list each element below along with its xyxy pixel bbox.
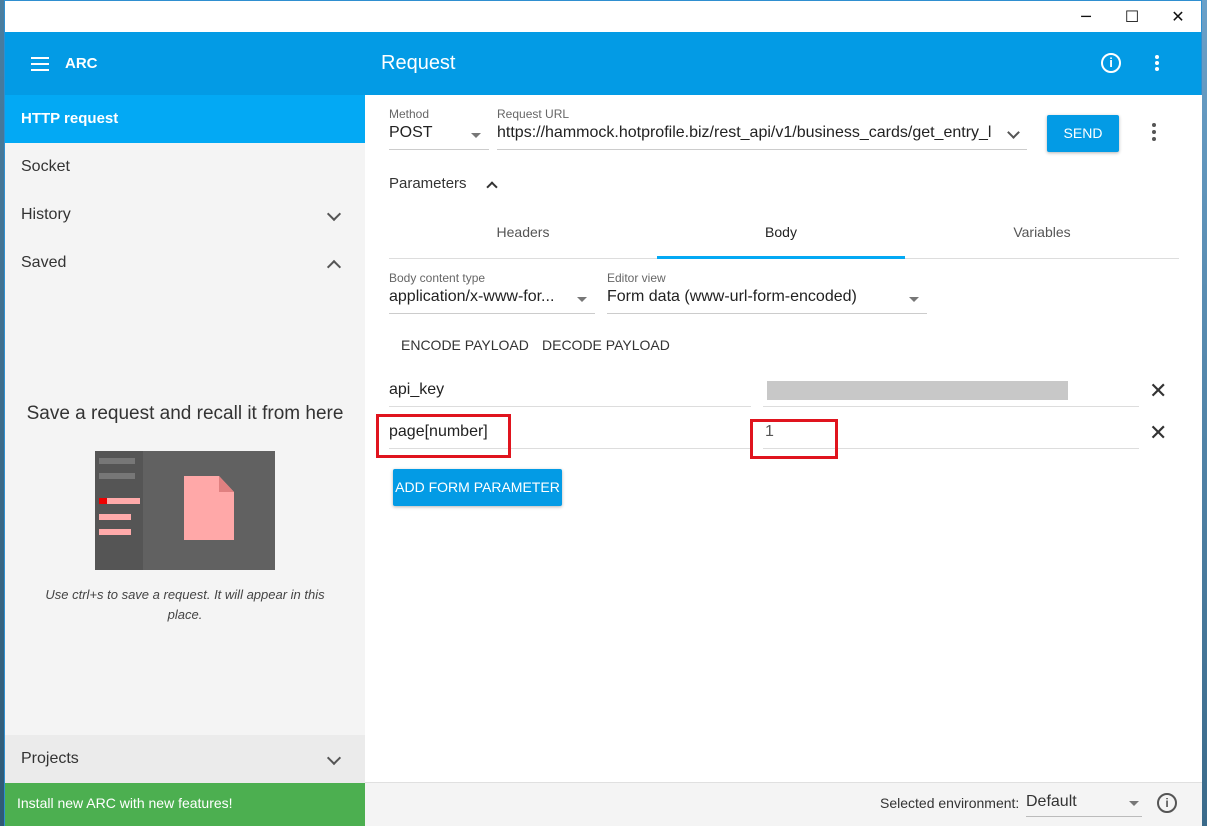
chevron-up-icon <box>326 259 342 275</box>
close-window-button[interactable]: ✕ <box>1155 1 1201 32</box>
tab-headers[interactable]: Headers <box>389 215 657 259</box>
collapse-chevron-icon[interactable] <box>486 181 498 193</box>
sidebar-item-socket[interactable]: Socket <box>5 143 365 191</box>
hamburger-menu-icon[interactable] <box>31 56 49 71</box>
empty-state-description: Use ctrl+s to save a request. It will ap… <box>45 587 325 622</box>
upgrade-banner[interactable]: Install new ARC with new features! <box>5 783 365 826</box>
request-panel: Method POST Request URL https://hammock.… <box>365 95 1202 782</box>
dropdown-arrow-icon <box>909 297 919 302</box>
tab-body[interactable]: Body <box>657 215 905 259</box>
sidebar-item-label: History <box>21 206 71 223</box>
app-bar: ARC Request i <box>5 32 1201 95</box>
body-content-type-select[interactable]: application/x-www-for... <box>389 284 595 314</box>
status-footer: Selected environment: Default i <box>365 782 1202 826</box>
parameters-heading[interactable]: Parameters <box>389 175 467 192</box>
masked-value <box>767 381 1068 400</box>
sidebar-header: ARC <box>5 32 365 95</box>
url-value: https://hammock.hotprofile.biz/rest_api/… <box>497 124 992 141</box>
app-window: ─ ☐ ✕ ARC Request i HTTP request Socket … <box>4 0 1202 826</box>
chevron-down-icon <box>326 206 342 222</box>
tab-variables[interactable]: Variables <box>905 215 1179 259</box>
desktop-background-right <box>1202 0 1207 826</box>
request-more-options-icon[interactable] <box>1149 123 1159 141</box>
sidebar-item-label: Projects <box>21 750 79 767</box>
environment-info-icon[interactable]: i <box>1157 793 1177 813</box>
url-label: Request URL <box>497 107 570 121</box>
body-content-type-label: Body content type <box>389 271 486 285</box>
editor-view-value: Form data (www-url-form-encoded) <box>607 288 857 305</box>
url-input[interactable]: https://hammock.hotprofile.biz/rest_api/… <box>497 120 1027 150</box>
saved-empty-panel: Save a request and recall it from here U… <box>5 287 365 735</box>
send-button[interactable]: SEND <box>1047 115 1119 152</box>
add-form-parameter-button[interactable]: ADD FORM PARAMETER <box>393 469 562 506</box>
info-icon[interactable]: i <box>1101 53 1121 73</box>
minimize-button[interactable]: ─ <box>1063 1 1109 32</box>
sidebar-item-projects[interactable]: Projects <box>5 735 365 783</box>
decode-payload-button[interactable]: DECODE PAYLOAD <box>542 337 670 353</box>
sidebar-item-label: HTTP request <box>21 110 119 127</box>
sidebar: HTTP request Socket History Saved Save a… <box>5 95 365 826</box>
title-bar: ─ ☐ ✕ <box>5 1 1201 32</box>
dropdown-arrow-icon <box>471 133 481 138</box>
remove-param-icon[interactable]: ✕ <box>1149 421 1167 446</box>
body-content-type-value: application/x-www-for... <box>389 288 555 305</box>
method-label: Method <box>389 107 430 121</box>
page-title: Request <box>381 52 456 74</box>
sidebar-item-http-request[interactable]: HTTP request <box>5 95 365 143</box>
editor-view-label: Editor view <box>607 271 666 285</box>
highlight-box <box>376 414 511 458</box>
highlight-box <box>750 419 838 459</box>
environment-select[interactable]: Default <box>1026 789 1142 817</box>
request-tabs: Headers Body Variables <box>389 215 1179 259</box>
sidebar-item-history[interactable]: History <box>5 191 365 239</box>
param-name-value: api_key <box>389 381 445 398</box>
empty-state-title: Save a request and recall it from here <box>26 403 344 424</box>
param-name-input[interactable]: api_key <box>389 377 751 407</box>
remove-param-icon[interactable]: ✕ <box>1149 379 1167 404</box>
dropdown-arrow-icon <box>1129 801 1139 806</box>
more-options-icon[interactable] <box>1147 53 1167 73</box>
environment-value: Default <box>1026 793 1077 810</box>
chevron-down-icon <box>326 750 342 766</box>
sidebar-item-label: Saved <box>21 254 67 271</box>
editor-view-select[interactable]: Form data (www-url-form-encoded) <box>607 284 927 314</box>
app-name: ARC <box>65 55 98 72</box>
dropdown-arrow-icon <box>577 297 587 302</box>
encode-payload-button[interactable]: ENCODE PAYLOAD <box>401 337 529 353</box>
sidebar-item-saved[interactable]: Saved <box>5 239 365 287</box>
maximize-button[interactable]: ☐ <box>1109 1 1155 32</box>
environment-label: Selected environment: <box>880 795 1020 811</box>
sidebar-item-label: Socket <box>21 158 70 175</box>
method-value: POST <box>389 124 433 141</box>
saved-illustration <box>95 451 275 570</box>
